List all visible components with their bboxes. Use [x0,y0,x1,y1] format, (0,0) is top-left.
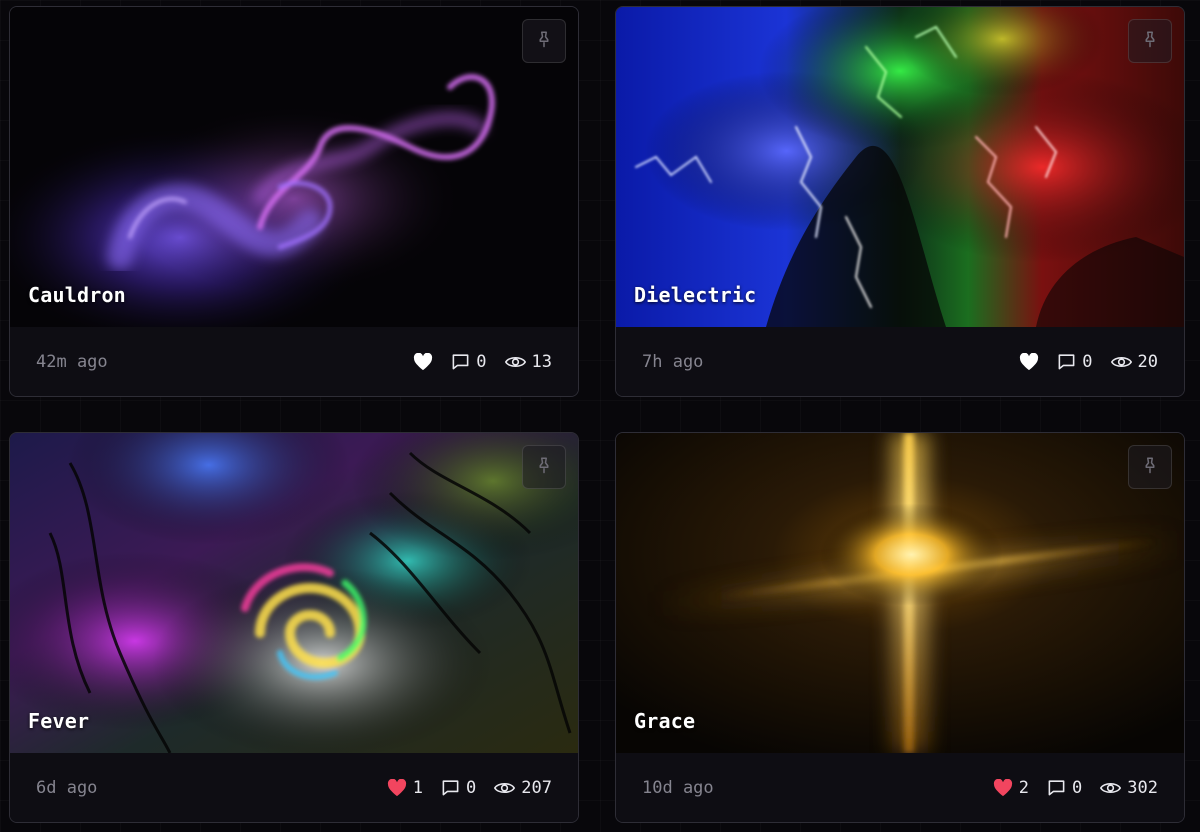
pin-button[interactable] [1128,19,1172,63]
comment-icon [451,352,470,371]
shader-thumbnail[interactable]: Fever [10,433,578,753]
card-stats: 0 20 [1019,352,1158,372]
timestamp: 10d ago [642,777,714,798]
like-button[interactable] [1019,352,1039,371]
card-footer: 10d ago 2 0 302 [616,753,1184,822]
view-count: 302 [1127,777,1158,798]
shader-card[interactable]: Fever 6d ago 1 0 207 [9,432,579,823]
like-count: 2 [1018,777,1030,798]
eye-icon [1100,780,1122,796]
comment-count: 0 [466,777,477,798]
card-stats: 0 13 [413,352,552,372]
comment-count: 0 [476,351,487,372]
comment-icon [1047,778,1066,797]
comment-icon [1057,352,1076,371]
timestamp: 7h ago [642,351,704,372]
view-count: 13 [531,351,552,372]
card-footer: 42m ago 0 13 [10,327,578,396]
thumbnail-art-rgb-lightning [616,7,1184,327]
comments-button[interactable]: 0 [1057,351,1093,372]
comment-count: 0 [1082,351,1093,372]
thumbnail-art-purple-smoke [10,7,578,327]
views-stat: 20 [1110,351,1158,372]
shader-thumbnail[interactable]: Grace [616,433,1184,753]
pin-icon [1141,456,1159,478]
shader-title[interactable]: Grace [634,709,695,733]
timestamp: 42m ago [36,351,108,372]
heart-icon [1019,352,1039,371]
shader-thumbnail[interactable]: Dielectric [616,7,1184,327]
timestamp: 6d ago [36,777,98,798]
like-count: 1 [412,777,424,798]
card-stats: 1 0 207 [387,778,552,798]
card-footer: 6d ago 1 0 207 [10,753,578,822]
card-footer: 7h ago 0 20 [616,327,1184,396]
shader-title[interactable]: Dielectric [634,283,756,307]
eye-icon [504,354,526,370]
shader-card[interactable]: Grace 10d ago 2 0 302 [615,432,1185,823]
heart-icon [413,352,433,371]
thumbnail-art-golden-cross [616,433,1184,753]
views-stat: 13 [504,351,552,372]
eye-icon [1110,354,1132,370]
pin-button[interactable] [522,445,566,489]
pin-icon [535,30,553,52]
views-stat: 302 [1100,778,1158,798]
pin-icon [535,456,553,478]
pin-icon [1141,30,1159,52]
view-count: 20 [1137,351,1158,372]
comment-count: 0 [1072,777,1083,798]
comment-icon [441,778,460,797]
card-stats: 2 0 302 [993,778,1158,798]
shader-card[interactable]: Dielectric 7h ago 0 20 [615,6,1185,397]
view-count: 207 [521,777,552,798]
comments-button[interactable]: 0 [1047,778,1082,798]
heart-icon [993,778,1013,797]
comments-button[interactable]: 0 [451,351,487,372]
comments-button[interactable]: 0 [441,778,476,798]
pin-button[interactable] [1128,445,1172,489]
pin-button[interactable] [522,19,566,63]
thumbnail-art-rainbow-swirl [10,433,578,753]
shader-thumbnail[interactable]: Cauldron [10,7,578,327]
like-button[interactable]: 2 [993,778,1029,798]
shader-card-grid: Cauldron 42m ago 0 13 Dielectric 7h ago … [0,0,1200,832]
eye-icon [494,780,516,796]
shader-card[interactable]: Cauldron 42m ago 0 13 [9,6,579,397]
like-button[interactable] [413,352,433,371]
shader-title[interactable]: Cauldron [28,283,126,307]
shader-title[interactable]: Fever [28,709,89,733]
like-button[interactable]: 1 [387,778,423,798]
views-stat: 207 [494,778,552,798]
heart-icon [387,778,407,797]
